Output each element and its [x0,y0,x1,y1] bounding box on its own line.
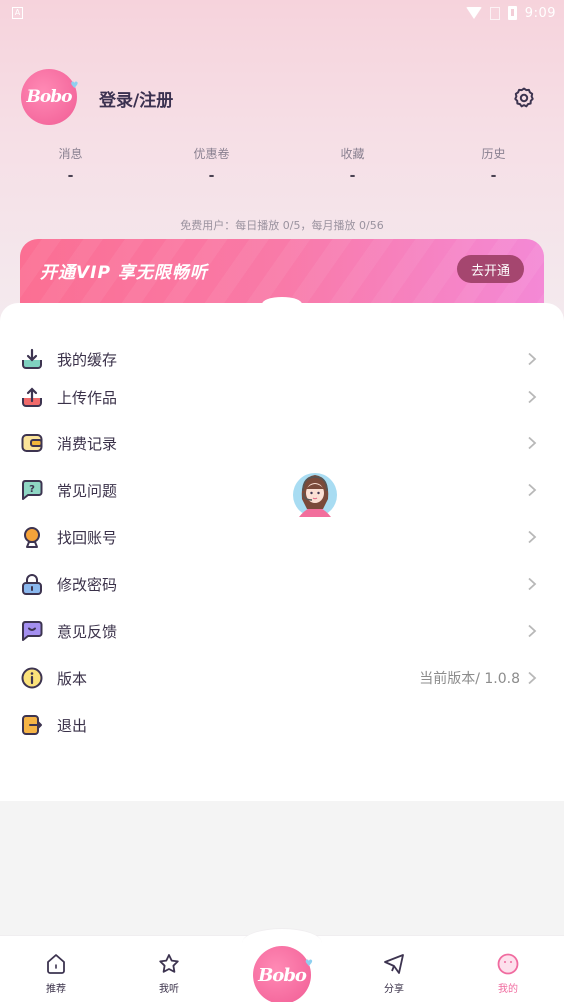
customer-service-button[interactable] [292,469,338,519]
bobo-logo: Bobo ♥ [26,81,79,107]
info-icon [21,667,43,689]
home-icon [47,954,65,974]
chevron-right-icon [528,483,537,497]
support-agent-icon [293,473,337,517]
menu-label: 上传作品 [57,388,118,407]
nav-center-logo-button[interactable]: Bobo ♥ [253,946,313,1002]
nav-item-share[interactable]: 分享 [354,936,434,1002]
settings-button[interactable] [512,86,536,110]
chevron-right-icon [528,577,537,591]
menu-label: 退出 [57,716,88,735]
vip-title: 开通VIP 享无限畅听 [40,263,208,283]
stat-label: 消息 [58,147,83,161]
stat-coupons[interactable]: 优惠卷 - [141,145,282,184]
menu-label: 意见反馈 [57,622,118,641]
menu-item-cache[interactable]: 我的缓存 [0,341,564,377]
logout-icon [22,715,42,735]
menu-label: 常见问题 [57,481,118,500]
chevron-right-icon [528,530,537,544]
heart-icon: ♥ [70,81,78,91]
app-notification-icon: A [12,7,23,19]
chevron-right-icon [528,352,537,366]
nav-item-mine[interactable]: 我的 [468,936,548,1002]
nav-label: 推荐 [46,984,66,995]
battery-icon [507,6,517,20]
quota-text: 免费用户：每日播放 0/5，每月播放 0/56 [180,219,384,232]
nav-label: 分享 [384,984,404,995]
face-icon [497,953,519,975]
stat-label: 收藏 [340,147,365,161]
status-time: 9:09 [524,5,556,21]
menu-item-feedback[interactable]: 意见反馈 [0,613,564,649]
status-bar: A 9:09 [0,0,564,26]
star-icon [159,954,179,973]
bobo-logo-icon: Bobo ♥ [258,958,313,986]
menu-label: 找回账号 [57,528,118,547]
stat-label: 历史 [481,147,506,161]
login-register-link[interactable]: 登录/注册 [99,86,173,111]
vip-open-button[interactable]: 去开通 [457,255,524,283]
question-bubble-icon: ? [22,480,43,500]
account-recover-icon [24,527,40,548]
upload-icon [22,387,42,407]
gear-icon [514,87,534,108]
download-icon [22,348,42,369]
stat-value: - [67,168,74,184]
wallet-icon [21,434,43,452]
version-value: 当前版本/ 1.0.8 [419,671,520,687]
svg-text:?: ? [29,484,35,495]
stat-messages[interactable]: 消息 - [0,145,141,184]
nav-item-recommend[interactable]: 推荐 [16,936,96,1002]
menu-label: 版本 [57,669,88,688]
menu-item-change-password[interactable]: 修改密码 [0,566,564,602]
stats-row: 消息 - 优惠卷 - 收藏 - 历史 - [0,145,564,184]
nav-label: 我听 [159,984,179,995]
menu-item-logout[interactable]: 退出 [0,707,564,743]
stat-history[interactable]: 历史 - [423,145,564,184]
menu-item-recover-account[interactable]: 找回账号 [0,519,564,555]
menu-card: 我的缓存 上传作品 消费记录 ? 常见问题 找回账号 修改密码 意见反馈 版本 … [0,297,564,801]
menu-label: 消费记录 [57,434,118,453]
stat-value: - [349,168,356,184]
menu-item-spending[interactable]: 消费记录 [0,425,564,461]
nav-item-listen[interactable]: 我听 [129,936,209,1002]
card-notch [262,297,302,311]
paper-plane-icon [384,954,404,974]
menu-item-version[interactable]: 版本 当前版本/ 1.0.8 [0,660,564,696]
chevron-right-icon [528,436,537,450]
stat-favorites[interactable]: 收藏 - [282,145,423,184]
feedback-icon [22,621,43,641]
chevron-right-icon [528,624,537,638]
bottom-nav: 推荐 我听 Bobo ♥ 分享 我的 [0,928,564,1002]
avatar[interactable]: Bobo ♥ [21,69,79,125]
stat-value: - [490,168,497,184]
nav-label: 我的 [498,984,518,995]
no-sim-icon [489,6,500,20]
wifi-icon [465,7,482,19]
menu-item-upload[interactable]: 上传作品 [0,379,564,415]
chevron-right-icon [528,671,537,685]
chevron-right-icon [528,390,537,404]
heart-icon: ♥ [304,958,313,969]
menu-label: 修改密码 [57,575,118,594]
lock-icon [22,574,42,595]
menu-item-faq[interactable]: ? 常见问题 [0,472,564,508]
stat-label: 优惠卷 [193,147,230,161]
menu-label: 我的缓存 [57,350,118,369]
stat-value: - [208,168,215,184]
